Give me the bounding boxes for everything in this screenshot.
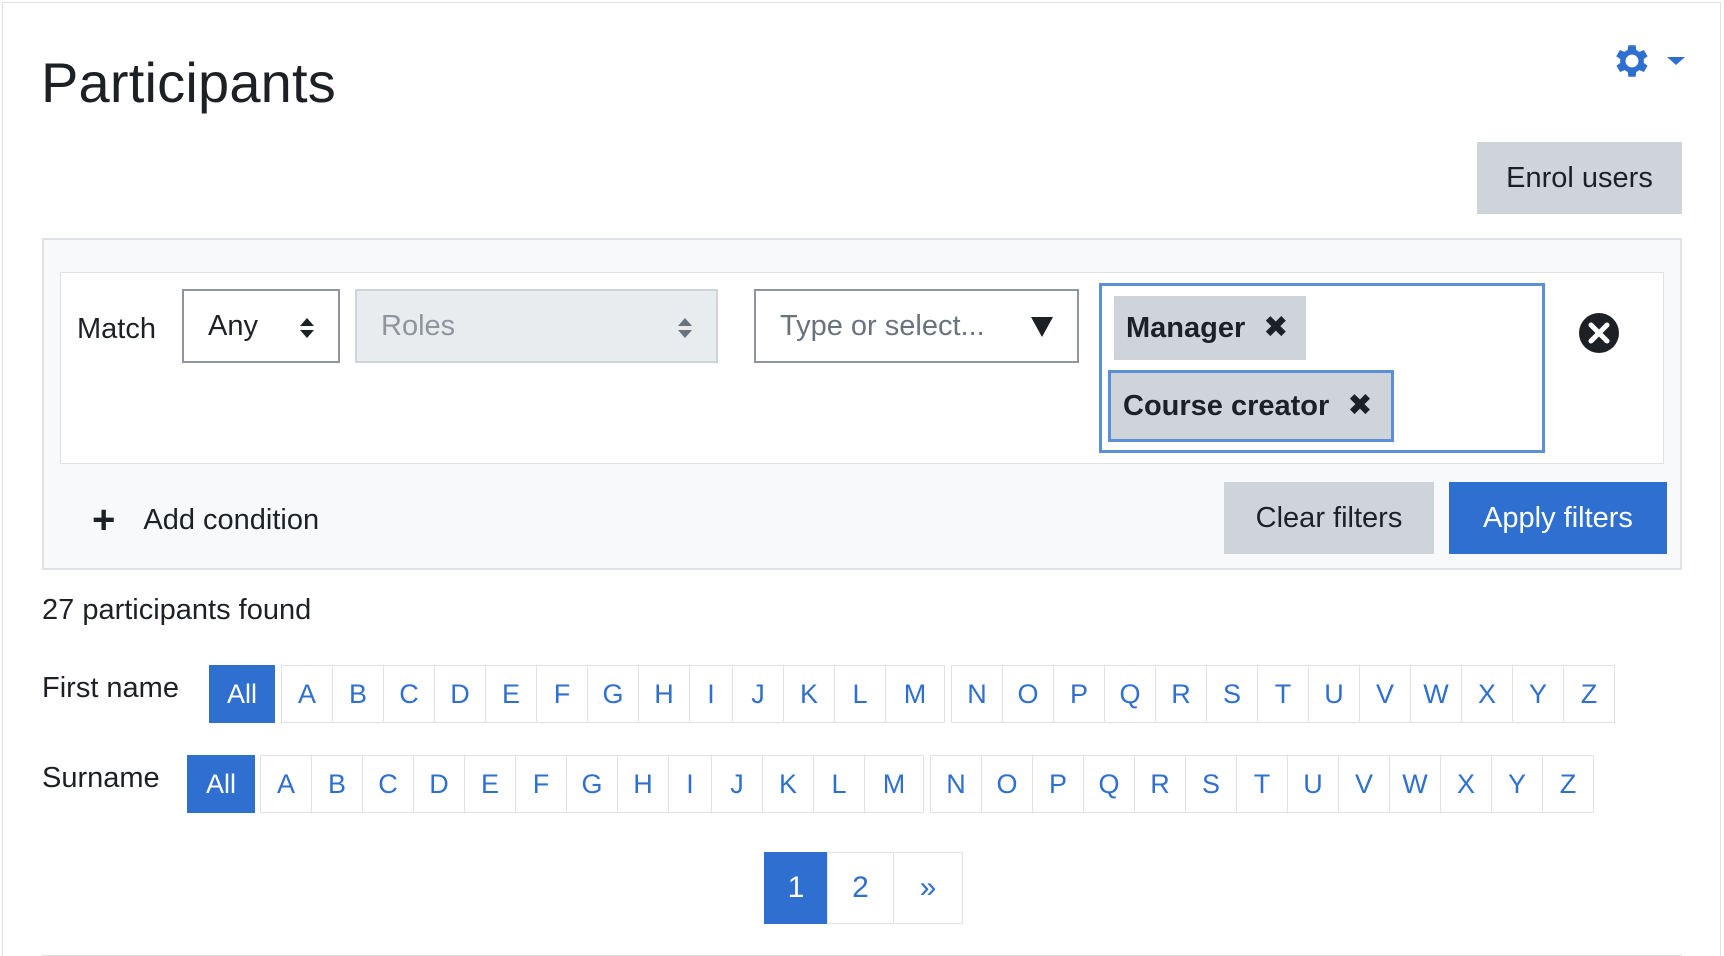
initial-q-button[interactable]: Q	[1083, 755, 1135, 813]
add-condition-button[interactable]: + Add condition	[92, 490, 319, 550]
apply-filters-button[interactable]: Apply filters	[1449, 482, 1667, 554]
initial-t-button[interactable]: T	[1236, 755, 1288, 813]
initial-p-button[interactable]: P	[1053, 665, 1105, 723]
chip-label: Manager	[1126, 311, 1246, 344]
initial-w-button[interactable]: W	[1410, 665, 1462, 723]
initial-s-button[interactable]: S	[1206, 665, 1258, 723]
initial-r-button[interactable]: R	[1134, 755, 1186, 813]
initial-l-button[interactable]: L	[834, 665, 886, 723]
initial-x-button[interactable]: X	[1440, 755, 1492, 813]
initial-f-button[interactable]: F	[536, 665, 588, 723]
initial-all-button[interactable]: All	[209, 665, 275, 723]
initial-c-button[interactable]: C	[362, 755, 414, 813]
sort-arrows-icon	[678, 318, 692, 338]
initial-w-button[interactable]: W	[1389, 755, 1441, 813]
initial-l-button[interactable]: L	[813, 755, 865, 813]
initial-z-button[interactable]: Z	[1563, 665, 1615, 723]
initial-r-button[interactable]: R	[1155, 665, 1207, 723]
selected-chip-manager[interactable]: Manager ✖	[1114, 296, 1306, 360]
initial-k-button[interactable]: K	[762, 755, 814, 813]
gear-icon	[1610, 39, 1654, 83]
circle-x-icon	[1579, 313, 1619, 353]
first-name-initials-n-z: NOPQRSTUVWXYZ	[951, 665, 1615, 723]
initial-c-button[interactable]: C	[383, 665, 435, 723]
initial-m-button[interactable]: M	[864, 755, 924, 813]
initial-d-button[interactable]: D	[413, 755, 465, 813]
settings-menu[interactable]	[1610, 36, 1690, 86]
initial-v-button[interactable]: V	[1359, 665, 1411, 723]
initial-n-button[interactable]: N	[930, 755, 982, 813]
selected-values-box: Manager ✖ Course creator ✖	[1099, 283, 1545, 453]
surname-initials-a-m: ABCDEFGHIJKLM	[260, 755, 924, 813]
initial-all-button[interactable]: All	[187, 755, 255, 813]
initial-f-button[interactable]: F	[515, 755, 567, 813]
first-name-all-group: All	[209, 665, 275, 723]
clear-filters-button[interactable]: Clear filters	[1224, 482, 1434, 554]
filter-type-value: Roles	[381, 309, 456, 342]
initial-m-button[interactable]: M	[885, 665, 945, 723]
initial-i-button[interactable]: I	[668, 755, 712, 813]
filter-value-placeholder: Type or select...	[780, 309, 985, 342]
close-icon[interactable]: ✖	[1263, 313, 1288, 343]
initial-h-button[interactable]: H	[638, 665, 690, 723]
pagination: 1 2 »	[764, 852, 963, 924]
add-condition-label: Add condition	[143, 503, 320, 536]
initial-a-button[interactable]: A	[281, 665, 333, 723]
initial-n-button[interactable]: N	[951, 665, 1003, 723]
surname-all-group: All	[187, 755, 255, 813]
page-1-link[interactable]: 1	[764, 852, 828, 924]
initial-u-button[interactable]: U	[1308, 665, 1360, 723]
participants-count: 27 participants found	[42, 594, 312, 626]
initial-k-button[interactable]: K	[783, 665, 835, 723]
remove-condition-button[interactable]	[1577, 311, 1621, 355]
initial-b-button[interactable]: B	[311, 755, 363, 813]
initial-e-button[interactable]: E	[485, 665, 537, 723]
dropdown-triangle-icon	[1031, 317, 1053, 337]
page-2-link[interactable]: 2	[827, 852, 894, 924]
filter-value-select[interactable]: Type or select...	[754, 289, 1079, 363]
initial-y-button[interactable]: Y	[1512, 665, 1564, 723]
initial-h-button[interactable]: H	[617, 755, 669, 813]
surname-initials-n-z: NOPQRSTUVWXYZ	[930, 755, 1594, 813]
match-select-value: Any	[208, 309, 258, 342]
initial-u-button[interactable]: U	[1287, 755, 1339, 813]
surname-label: Surname	[42, 762, 160, 794]
first-name-initials-a-m: ABCDEFGHIJKLM	[281, 665, 945, 723]
initial-a-button[interactable]: A	[260, 755, 312, 813]
initial-j-button[interactable]: J	[711, 755, 763, 813]
chevron-down-icon	[1654, 54, 1688, 68]
initial-p-button[interactable]: P	[1032, 755, 1084, 813]
page-title: Participants	[41, 51, 336, 114]
initial-s-button[interactable]: S	[1185, 755, 1237, 813]
filter-type-select[interactable]: Roles	[355, 289, 718, 363]
match-select[interactable]: Any	[182, 289, 340, 363]
initial-y-button[interactable]: Y	[1491, 755, 1543, 813]
initial-g-button[interactable]: G	[587, 665, 639, 723]
initial-o-button[interactable]: O	[1002, 665, 1054, 723]
filter-condition-row: Match Any Roles Type or select... Manage…	[60, 272, 1664, 464]
initial-b-button[interactable]: B	[332, 665, 384, 723]
first-name-label: First name	[42, 672, 179, 704]
initial-t-button[interactable]: T	[1257, 665, 1309, 723]
chip-label: Course creator	[1123, 389, 1330, 422]
initial-i-button[interactable]: I	[689, 665, 733, 723]
initial-x-button[interactable]: X	[1461, 665, 1513, 723]
filter-panel: Match Any Roles Type or select... Manage…	[42, 238, 1682, 570]
close-icon[interactable]: ✖	[1347, 391, 1372, 421]
enrol-users-button[interactable]: Enrol users	[1477, 142, 1682, 214]
initial-g-button[interactable]: G	[566, 755, 618, 813]
match-label: Match	[77, 313, 156, 345]
initial-e-button[interactable]: E	[464, 755, 516, 813]
initial-j-button[interactable]: J	[732, 665, 784, 723]
sort-arrows-icon	[300, 318, 314, 338]
initial-v-button[interactable]: V	[1338, 755, 1390, 813]
initial-o-button[interactable]: O	[981, 755, 1033, 813]
initial-z-button[interactable]: Z	[1542, 755, 1594, 813]
next-page-link[interactable]: »	[893, 852, 963, 924]
selected-chip-course-creator[interactable]: Course creator ✖	[1108, 370, 1394, 442]
initial-q-button[interactable]: Q	[1104, 665, 1156, 723]
plus-icon: +	[92, 498, 116, 542]
initial-d-button[interactable]: D	[434, 665, 486, 723]
